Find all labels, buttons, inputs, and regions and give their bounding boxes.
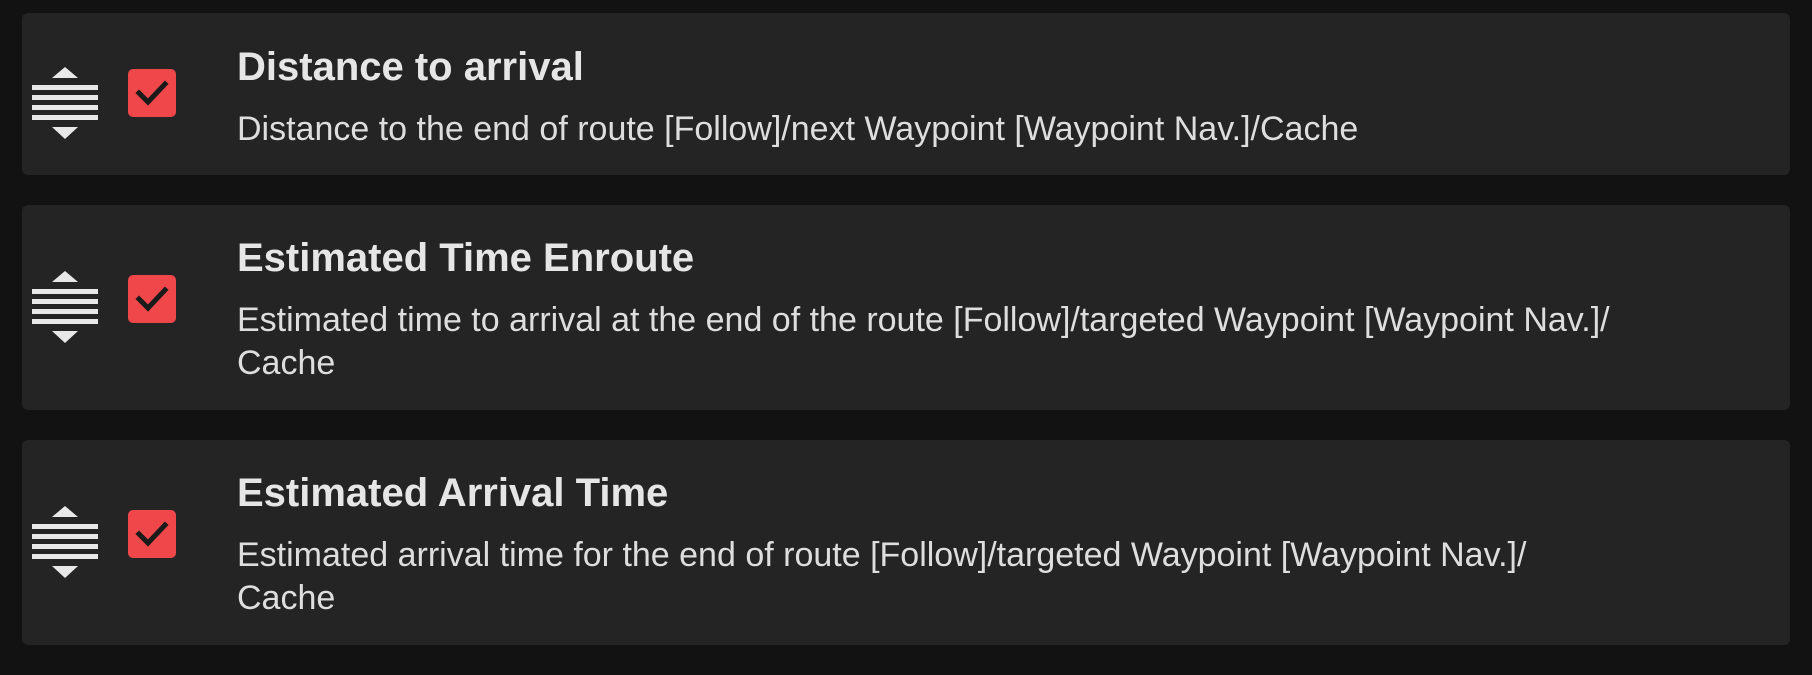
item-description-line: Cache bbox=[237, 344, 336, 382]
item-description: Estimated arrival time for the end of ro… bbox=[237, 534, 1750, 620]
item-title: Estimated Time Enroute bbox=[237, 236, 695, 280]
checkmark-icon bbox=[135, 80, 169, 106]
item-text: Distance to arrival Distance to the end … bbox=[237, 43, 1750, 151]
list-item: Distance to arrival Distance to the end … bbox=[22, 13, 1790, 175]
item-text: Estimated Time Enroute Estimated time to… bbox=[237, 234, 1750, 385]
item-description: Estimated time to arrival at the end of … bbox=[237, 299, 1750, 385]
checkmark-icon bbox=[135, 286, 169, 312]
item-text: Estimated Arrival Time Estimated arrival… bbox=[237, 469, 1750, 620]
item-checkbox[interactable] bbox=[128, 69, 176, 117]
item-title: Estimated Arrival Time bbox=[237, 471, 669, 515]
item-description-line: Estimated arrival time for the end of ro… bbox=[237, 536, 1527, 574]
drag-handle-icon[interactable] bbox=[32, 268, 98, 348]
field-list: Distance to arrival Distance to the end … bbox=[22, 0, 1790, 675]
item-title: Distance to arrival bbox=[237, 45, 584, 89]
list-item: Estimated Time Enroute Estimated time to… bbox=[22, 205, 1790, 410]
drag-handle-icon[interactable] bbox=[32, 64, 98, 144]
item-description-line: Cache bbox=[237, 579, 336, 617]
item-description: Distance to the end of route [Follow]/ne… bbox=[237, 110, 1359, 148]
item-description-line: Estimated time to arrival at the end of … bbox=[237, 301, 1610, 339]
list-item: Estimated Arrival Time Estimated arrival… bbox=[22, 440, 1790, 645]
drag-handle-icon[interactable] bbox=[32, 503, 98, 583]
item-checkbox[interactable] bbox=[128, 510, 176, 558]
item-checkbox[interactable] bbox=[128, 275, 176, 323]
checkmark-icon bbox=[135, 521, 169, 547]
